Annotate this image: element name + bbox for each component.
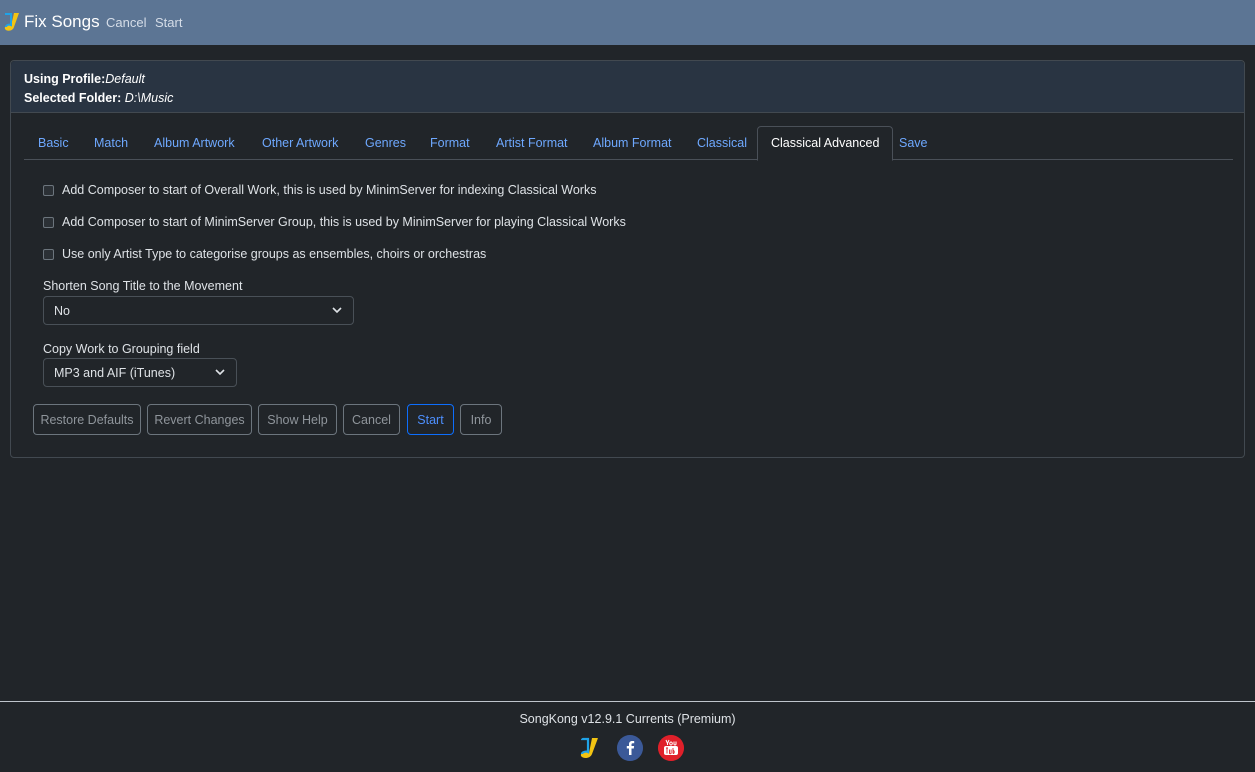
facebook-icon[interactable] [617, 735, 643, 761]
tab-format[interactable]: Format [430, 126, 470, 160]
shorten-title-value: No [54, 304, 70, 318]
songkong-icon[interactable] [578, 735, 602, 761]
chevron-down-icon [215, 369, 225, 376]
folder-label: Selected Folder: [24, 91, 125, 105]
composer-work-label: Add Composer to start of Overall Work, t… [62, 183, 597, 197]
option-row-artist-type: Use only Artist Type to categorise group… [43, 247, 486, 261]
folder-line: Selected Folder: D:\Music [24, 89, 1244, 108]
copy-work-value: MP3 and AIF (iTunes) [54, 366, 176, 380]
nav-cancel-link[interactable]: Cancel [106, 15, 146, 30]
artist-type-checkbox[interactable] [43, 248, 54, 260]
tab-other-artwork[interactable]: Other Artwork [262, 126, 338, 160]
show-help-button[interactable]: Show Help [258, 404, 337, 435]
tab-album-format[interactable]: Album Format [593, 126, 672, 160]
tab-genres[interactable]: Genres [365, 126, 406, 160]
shorten-title-select[interactable]: No [43, 296, 354, 325]
composer-work-checkbox[interactable] [43, 184, 54, 196]
copy-work-select[interactable]: MP3 and AIF (iTunes) [43, 358, 237, 387]
option-row-composer-group: Add Composer to start of MinimServer Gro… [43, 215, 626, 229]
profile-line: Using Profile:Default [24, 70, 1244, 89]
settings-tabs: Basic Match Album Artwork Other Artwork … [24, 126, 1233, 161]
app-title: Fix Songs [24, 12, 100, 31]
tab-classical-advanced[interactable]: Classical Advanced [757, 126, 894, 161]
composer-group-checkbox[interactable] [43, 216, 54, 228]
tab-save[interactable]: Save [899, 126, 928, 160]
nav-start-link[interactable]: Start [155, 15, 182, 30]
top-navbar: Fix Songs Cancel Start [0, 0, 1255, 45]
profile-label: Using Profile: [24, 72, 106, 86]
option-row-composer-work: Add Composer to start of Overall Work, t… [43, 183, 596, 197]
cancel-button[interactable]: Cancel [343, 404, 400, 435]
tab-classical[interactable]: Classical [697, 126, 747, 160]
copy-work-label: Copy Work to Grouping field [43, 342, 200, 356]
info-button[interactable]: Info [460, 404, 502, 435]
tab-album-artwork[interactable]: Album Artwork [154, 126, 235, 160]
folder-value: D:\Music [124, 91, 174, 105]
songkong-logo-icon [4, 13, 19, 31]
revert-changes-button[interactable]: Revert Changes [147, 404, 252, 435]
panel-header: Using Profile:Default Selected Folder: D… [11, 61, 1244, 113]
composer-group-label: Add Composer to start of MinimServer Gro… [62, 215, 626, 229]
artist-type-label: Use only Artist Type to categorise group… [62, 247, 487, 261]
shorten-title-label: Shorten Song Title to the Movement [43, 279, 243, 293]
tab-basic[interactable]: Basic [38, 126, 69, 160]
restore-defaults-button[interactable]: Restore Defaults [33, 404, 141, 435]
chevron-down-icon [332, 307, 342, 314]
footer: SongKong v12.9.1 Currents (Premium) [0, 701, 1255, 772]
tab-artist-format[interactable]: Artist Format [496, 126, 568, 160]
version-text: SongKong v12.9.1 Currents (Premium) [519, 712, 736, 726]
start-button[interactable]: Start [407, 404, 454, 435]
fix-songs-panel: Using Profile:Default Selected Folder: D… [10, 60, 1245, 458]
profile-value: Default [105, 72, 145, 86]
tab-match[interactable]: Match [94, 126, 128, 160]
youtube-icon[interactable] [658, 735, 684, 761]
